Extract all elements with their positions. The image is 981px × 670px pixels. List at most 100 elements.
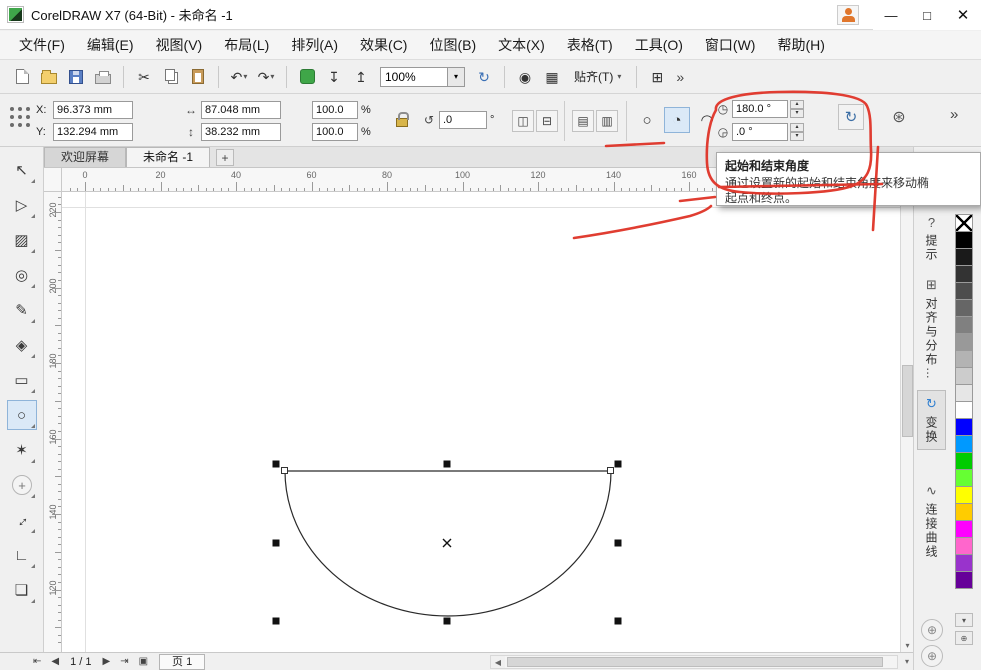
cut-button[interactable]: ✂ [132, 64, 156, 90]
tool-shape[interactable]: ▷ [7, 190, 37, 220]
tool-dimension[interactable]: ↔ [7, 505, 37, 535]
tool-polygon[interactable]: ✶ [7, 435, 37, 465]
options-window-button[interactable]: ⊞ [645, 64, 669, 90]
handle-bottom-left[interactable] [273, 618, 280, 625]
x-position-input[interactable] [53, 101, 133, 119]
y-position-input[interactable] [53, 123, 133, 141]
color-swatch[interactable] [955, 571, 973, 589]
rotation-angle-input[interactable] [439, 111, 487, 129]
end-angle-input[interactable] [732, 123, 788, 141]
ruler-origin[interactable] [44, 168, 62, 192]
handle-middle-right[interactable] [615, 540, 622, 547]
palette-expand-button[interactable]: ⊕ [955, 631, 973, 645]
docker-tab-hints[interactable]: ? 提示 [917, 209, 946, 268]
horizontal-scroll-thumb[interactable] [507, 657, 883, 667]
open-button[interactable] [37, 64, 61, 90]
zoom-level-input[interactable] [380, 67, 448, 87]
page-1-tab[interactable]: 页 1 [159, 654, 205, 670]
menu-item-layout[interactable]: 布局(L) [213, 31, 280, 60]
scale-v-input[interactable] [312, 123, 358, 141]
shape-node[interactable] [608, 468, 614, 474]
docker-tab-align-distribute[interactable]: ⊞ 对齐与分布… [917, 271, 946, 387]
docker-more-button[interactable]: ⊕ [921, 645, 943, 667]
paste-button[interactable] [186, 64, 210, 90]
color-swatch[interactable] [955, 248, 973, 266]
tool-smart-fill[interactable]: ◈ [7, 330, 37, 360]
close-button[interactable]: ✕ [945, 1, 981, 30]
tab-welcome-screen[interactable]: 欢迎屏幕 [44, 147, 126, 167]
menu-item-text[interactable]: 文本(X) [487, 31, 556, 60]
new-tab-button[interactable]: + [216, 149, 234, 166]
color-swatch[interactable] [955, 537, 973, 555]
menu-item-table[interactable]: 表格(T) [556, 31, 624, 60]
start-angle-up-button[interactable]: ▴ [790, 100, 804, 109]
refresh-button[interactable]: ↻ [472, 64, 496, 90]
palette-scroll-down-button[interactable]: ▾ [955, 613, 973, 627]
color-swatch[interactable] [955, 231, 973, 249]
shape-node[interactable] [282, 468, 288, 474]
redo-dropdown-icon[interactable]: ▾ [270, 72, 274, 81]
wrap-text-button[interactable]: ▤ [572, 110, 594, 132]
shape-center-marker[interactable] [443, 539, 451, 547]
tool-zoom[interactable]: ◎ [7, 260, 37, 290]
object-origin-selector[interactable] [10, 107, 30, 127]
previous-page-button[interactable]: ◀ [48, 656, 62, 667]
start-angle-input[interactable] [732, 100, 788, 118]
color-swatch[interactable] [955, 367, 973, 385]
scroll-left-button[interactable]: ◀ [491, 656, 505, 668]
menu-item-window[interactable]: 窗口(W) [694, 31, 767, 60]
drawing-canvas[interactable] [62, 192, 900, 652]
color-swatch[interactable] [955, 435, 973, 453]
toolbar-overflow-button[interactable]: » [676, 69, 684, 85]
convert-to-curves-button[interactable]: ⊛ [886, 104, 912, 130]
handle-bottom-right[interactable] [615, 618, 622, 625]
new-document-button[interactable] [10, 64, 34, 90]
color-swatch[interactable] [955, 554, 973, 572]
propbar-overflow-button[interactable]: » [950, 106, 958, 123]
first-page-button[interactable]: ⇤ [30, 656, 44, 667]
show-grid-button[interactable]: ▦ [540, 64, 564, 90]
print-button[interactable] [91, 64, 115, 90]
tool-connector[interactable]: ∟ [7, 540, 37, 570]
color-swatch[interactable] [955, 452, 973, 470]
mirror-horizontal-button[interactable]: ◫ [512, 110, 534, 132]
add-page-button[interactable]: ▣ [136, 656, 151, 667]
vertical-scroll-thumb[interactable] [902, 365, 913, 437]
pie-mode-button[interactable]: ◔ [664, 107, 690, 133]
menu-item-file[interactable]: 文件(F) [8, 31, 76, 60]
change-direction-button[interactable]: ↻ [838, 104, 864, 130]
handle-middle-left[interactable] [273, 540, 280, 547]
color-swatch[interactable] [955, 418, 973, 436]
quick-customize-button[interactable]: ⊕ [921, 619, 943, 641]
tool-drop-shadow[interactable]: ❏ [7, 575, 37, 605]
handle-top-center[interactable] [444, 461, 451, 468]
menu-item-view[interactable]: 视图(V) [145, 31, 214, 60]
scrollbar-corner-button[interactable]: ▾ [901, 654, 913, 668]
application-launcher-button[interactable] [295, 64, 319, 90]
tool-freehand[interactable]: ✎ [7, 295, 37, 325]
import-button[interactable]: ↧ [322, 64, 346, 90]
export-button[interactable]: ↥ [349, 64, 373, 90]
snap-to-menu-button[interactable]: 贴齐(T)▾ [567, 65, 628, 89]
outline-width-button[interactable]: ▥ [596, 110, 618, 132]
color-swatch[interactable] [955, 486, 973, 504]
scale-h-input[interactable] [312, 101, 358, 119]
mirror-vertical-button[interactable]: ⊟ [536, 110, 558, 132]
minimize-button[interactable]: — [873, 1, 909, 30]
save-button[interactable] [64, 64, 88, 90]
next-page-button[interactable]: ▶ [100, 656, 114, 667]
menu-item-edit[interactable]: 编辑(E) [76, 31, 145, 60]
end-angle-up-button[interactable]: ▴ [790, 123, 804, 132]
color-swatch[interactable] [955, 469, 973, 487]
menu-item-bitmaps[interactable]: 位图(B) [418, 31, 487, 60]
maximize-button[interactable]: □ [909, 1, 945, 30]
color-swatch[interactable] [955, 503, 973, 521]
color-swatch[interactable] [955, 520, 973, 538]
color-swatch[interactable] [955, 350, 973, 368]
color-swatch[interactable] [955, 384, 973, 402]
handle-top-right[interactable] [615, 461, 622, 468]
color-swatch[interactable] [955, 282, 973, 300]
docker-tab-transform[interactable]: ↻ 变换 [917, 390, 946, 450]
tab-untitled-1[interactable]: 未命名 -1 [126, 147, 210, 167]
tool-pick[interactable]: ↖ [7, 155, 37, 185]
